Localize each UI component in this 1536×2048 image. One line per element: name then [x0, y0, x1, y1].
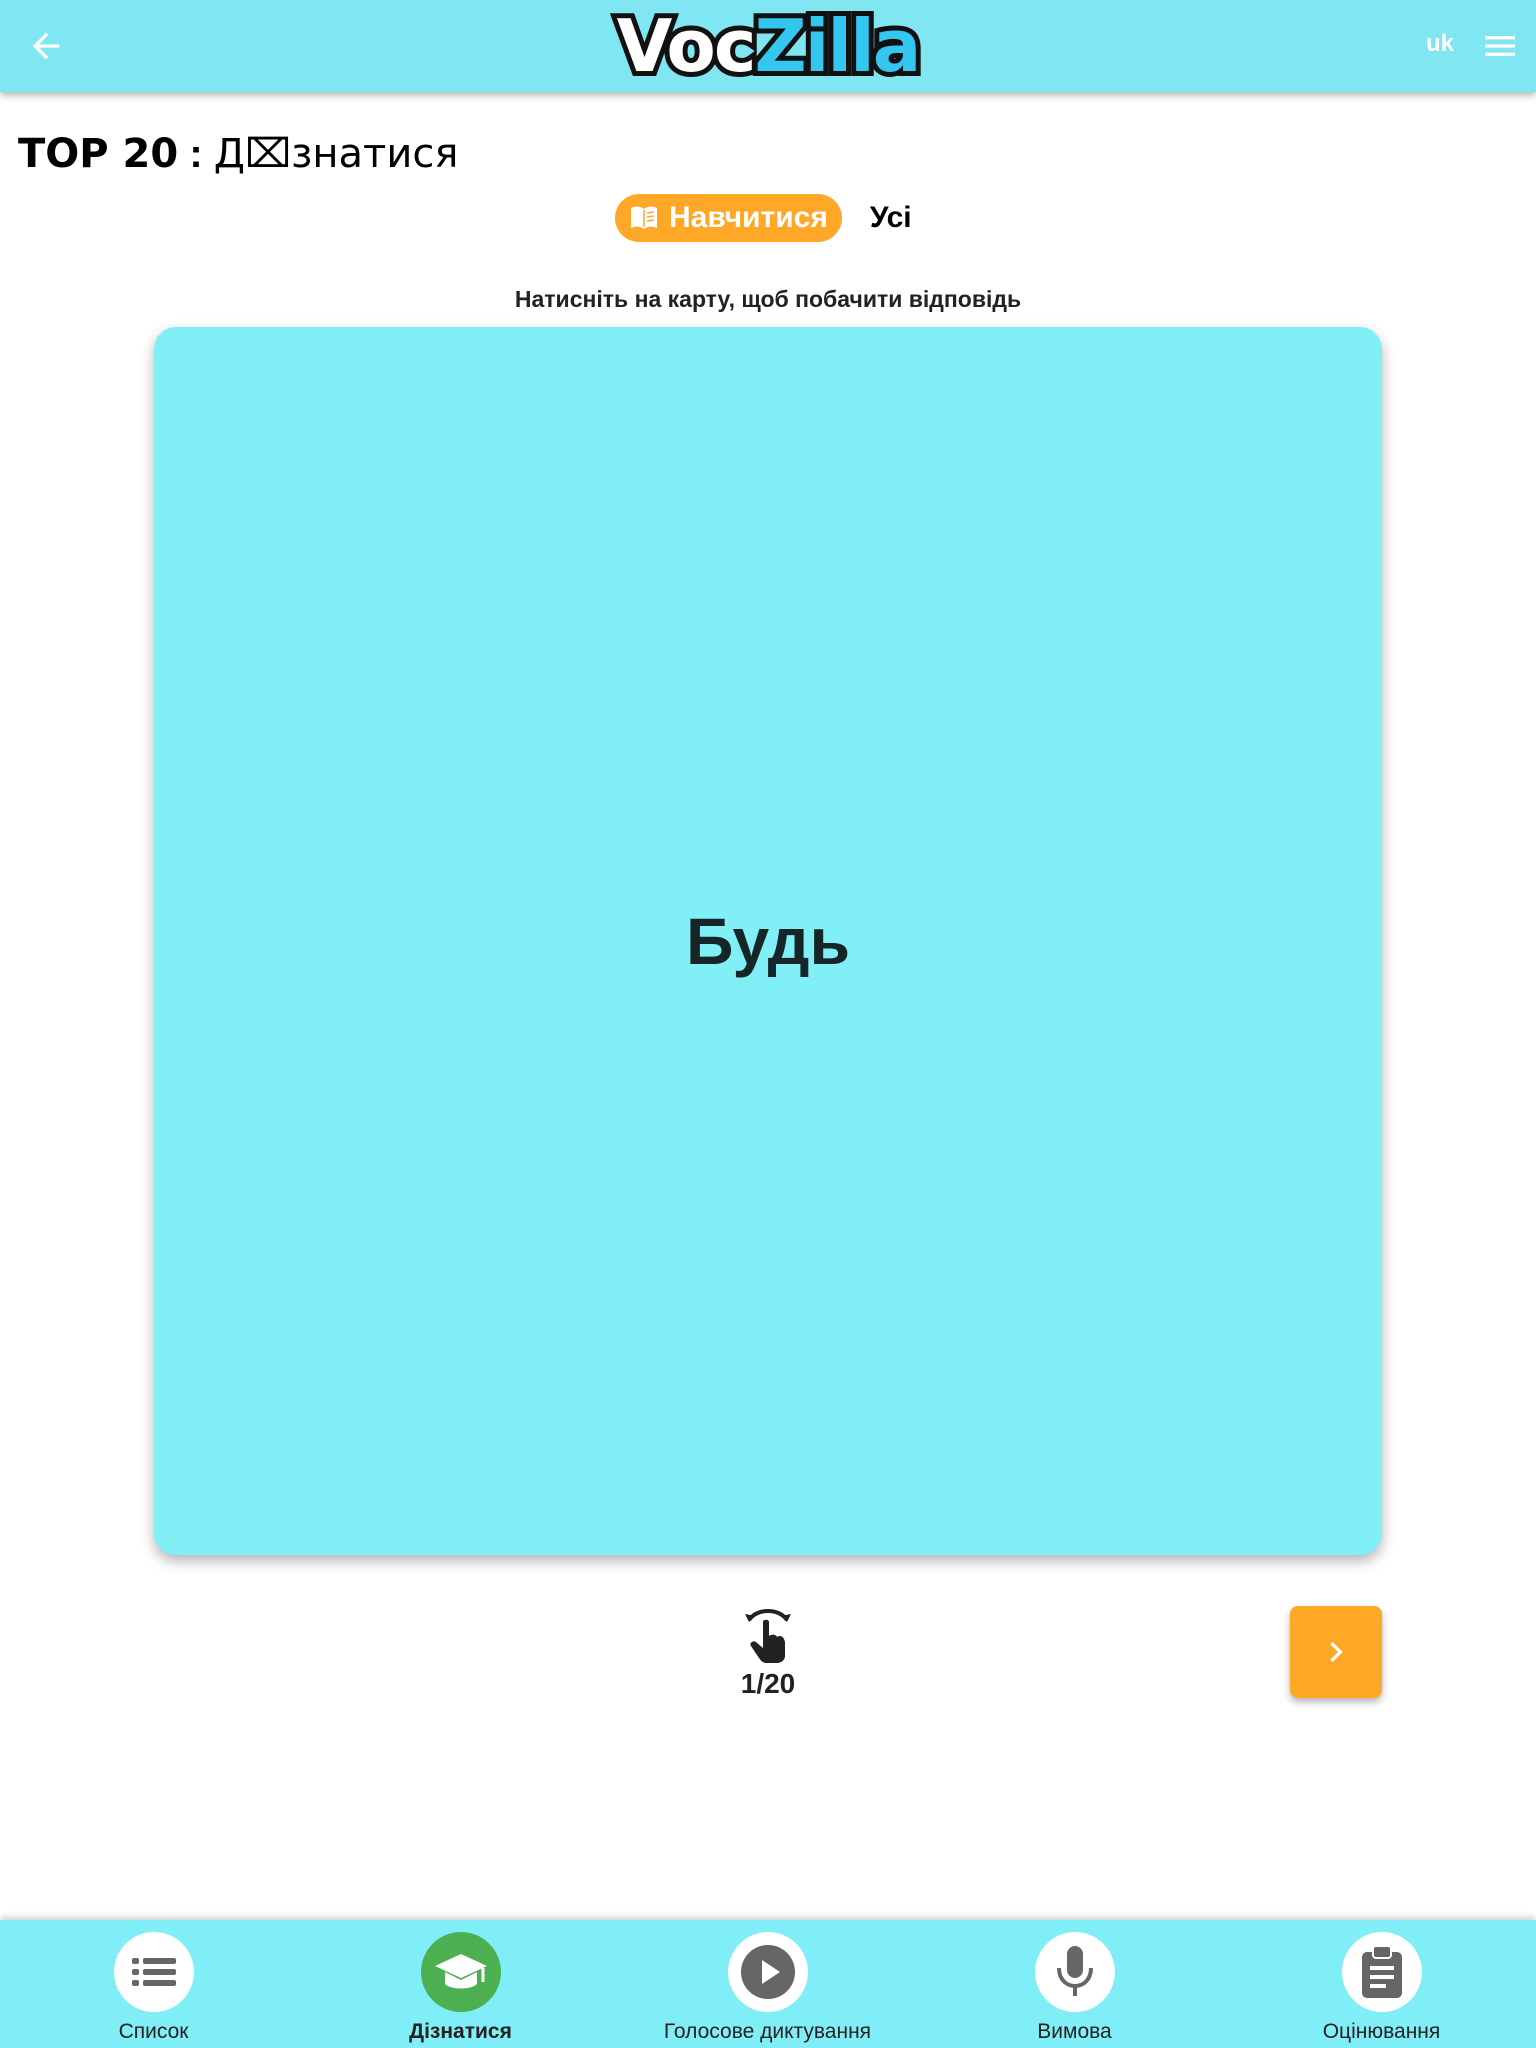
microphone-icon: [1057, 1946, 1093, 1996]
menu-button[interactable]: [1480, 26, 1520, 66]
nav-icon-circle: [421, 1932, 501, 2012]
card-hint: Натисніть на карту, щоб побачити відпові…: [514, 286, 1022, 312]
back-button[interactable]: [26, 26, 66, 66]
nav-label: Вимова: [1037, 2020, 1112, 2043]
nav-item-learn[interactable]: Дізнатися: [307, 1920, 614, 2048]
clipboard-icon: [1362, 1945, 1402, 1998]
nav-icon-circle: [114, 1932, 194, 2012]
tab-learn[interactable]: Навчитися: [615, 194, 842, 242]
voczilla-logo[interactable]: Voc Zilla: [600, 4, 936, 88]
title-mode-name: Д⌧знатися: [213, 131, 459, 177]
nav-item-voice-dictation[interactable]: Голосове диктування: [614, 1920, 921, 2048]
top-app-bar: Voc Zilla uk: [0, 0, 1536, 92]
chevron-right-icon: [1330, 1642, 1343, 1662]
nav-item-pronunciation[interactable]: Вимова: [921, 1920, 1228, 2048]
language-selector[interactable]: uk: [1426, 30, 1454, 58]
nav-item-assessment[interactable]: Оцінювання: [1228, 1920, 1535, 2048]
graduation-cap-icon: [435, 1954, 487, 1989]
nav-label: Оцінювання: [1322, 2020, 1441, 2043]
nav-icon-circle: [1342, 1932, 1422, 2012]
mode-tabs: Навчитися Усі: [615, 194, 912, 242]
bottom-navigation: Список Дізнатися Голосове диктування Вим…: [0, 1920, 1536, 2048]
title-separator: :: [178, 132, 214, 176]
tab-all[interactable]: Усі: [870, 201, 912, 235]
swipe-flip-hand-icon: [745, 1609, 791, 1663]
next-card-button[interactable]: [1290, 1606, 1382, 1698]
list-icon: [132, 1958, 176, 1986]
open-book-icon: [631, 206, 657, 229]
nav-label: Голосове диктування: [663, 2020, 872, 2043]
title-list-name: TOP 20: [18, 131, 179, 177]
nav-label: Список: [118, 2020, 189, 2043]
nav-item-list[interactable]: Список: [0, 1920, 307, 2048]
tab-learn-label: Навчитися: [669, 201, 828, 234]
nav-icon-circle: [1035, 1932, 1115, 2012]
nav-label: Дізнатися: [409, 2020, 512, 2043]
logo-part-voc: Voc: [612, 4, 762, 88]
play-circle-icon: [741, 1945, 795, 1999]
logo-part-zilla: Zilla: [750, 4, 927, 88]
arrow-left-icon: [32, 32, 60, 60]
hamburger-menu-icon: [1485, 36, 1515, 56]
flash-card[interactable]: Будь: [154, 327, 1382, 1555]
page-title: TOP 20 : Д⌧знатися: [18, 130, 458, 178]
card-word: Будь: [685, 904, 851, 978]
nav-icon-circle: [728, 1932, 808, 2012]
